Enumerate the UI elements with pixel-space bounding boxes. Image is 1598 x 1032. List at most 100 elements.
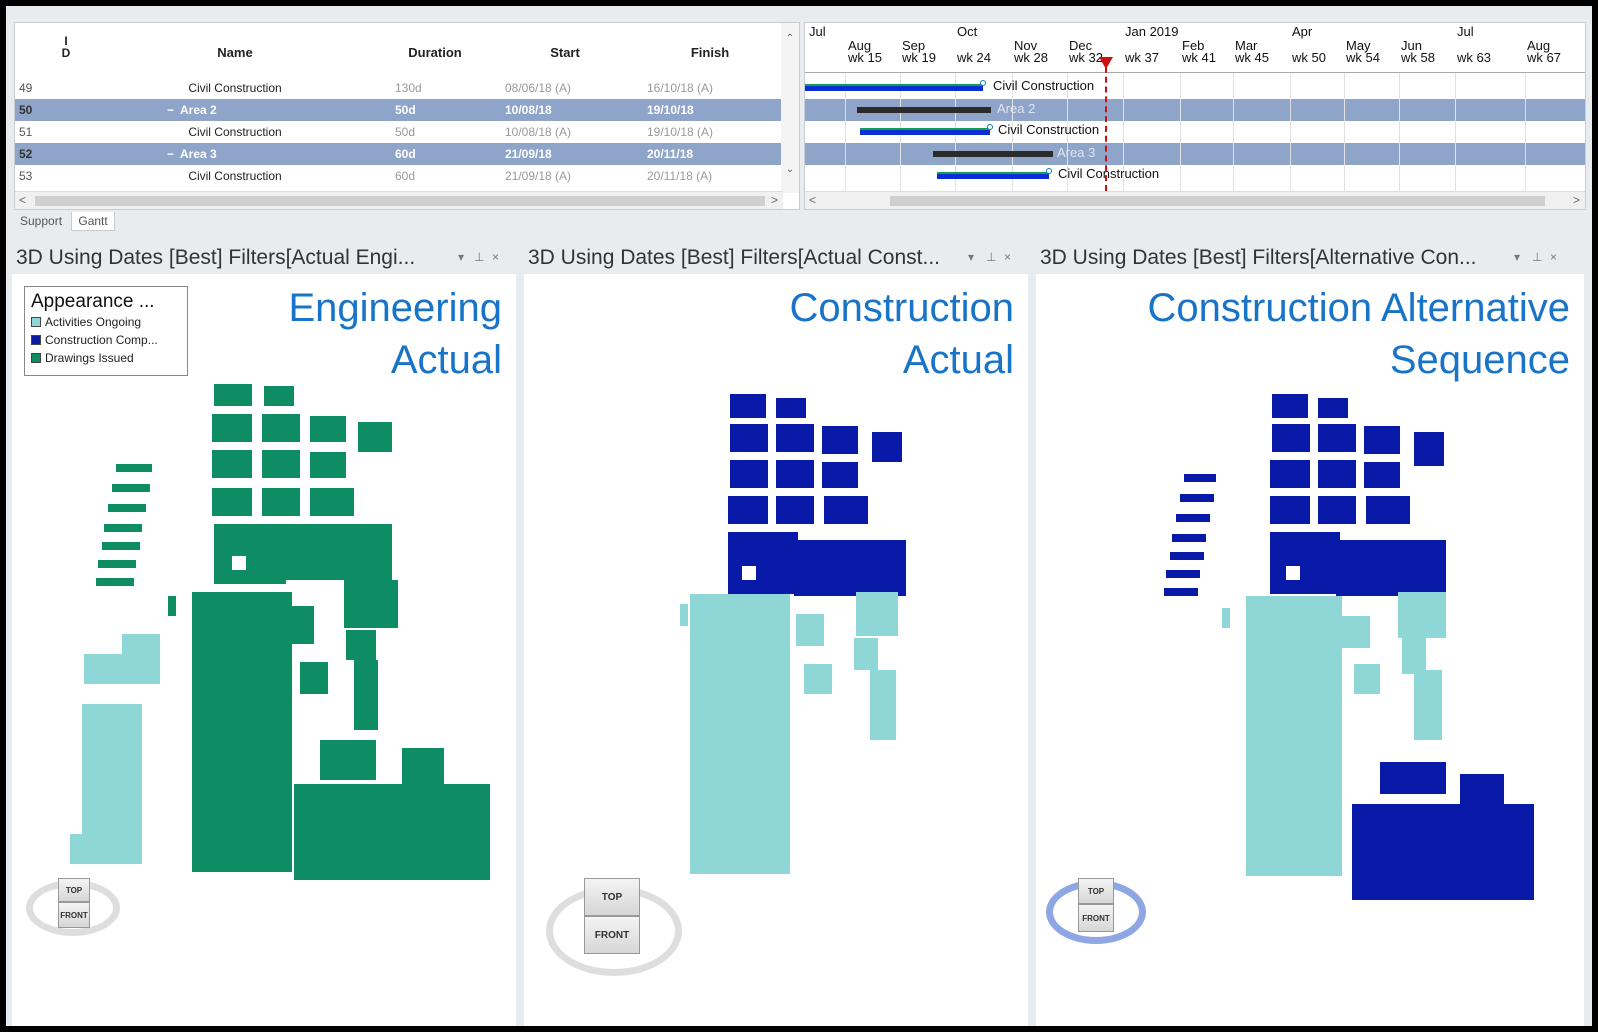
column-header-duration[interactable]: Duration xyxy=(385,45,485,60)
bottom-tab-strip: Support Gantt xyxy=(14,212,115,232)
model-opening xyxy=(232,556,246,570)
collapse-icon[interactable]: − xyxy=(167,147,174,161)
gantt-chart: Jul Oct Jan 2019 Apr Jul Aug Sep Nov Dec… xyxy=(804,22,1586,210)
caption-line: Construction xyxy=(789,286,1014,330)
scroll-thumb[interactable] xyxy=(890,196,1545,206)
row-finish: 20/11/18 xyxy=(647,147,694,161)
timescale-month: Apr xyxy=(1292,24,1313,39)
gantt-task-bar[interactable] xyxy=(937,172,1049,179)
appearance-legend[interactable]: Appearance ... Activities Ongoing Constr… xyxy=(24,286,188,376)
panel-title[interactable]: 3D Using Dates [Best] Filters[Alternativ… xyxy=(1034,244,1586,274)
legend-swatch xyxy=(31,317,41,327)
viewcube-front-face[interactable]: FRONT xyxy=(58,902,90,928)
table-vertical-scrollbar[interactable]: ⌃ ⌄ xyxy=(781,23,799,193)
row-duration: 130d xyxy=(395,81,422,95)
model-activities-ongoing xyxy=(680,592,898,874)
gantt-bar-label: Civil Construction xyxy=(998,122,1100,137)
viewcube-front-face[interactable]: FRONT xyxy=(1078,904,1114,932)
row-name: Civil Construction xyxy=(188,125,282,139)
row-finish: 19/10/18 (A) xyxy=(647,125,714,139)
row-id: 50 xyxy=(19,103,33,117)
column-header-finish[interactable]: Finish xyxy=(660,45,760,60)
scroll-thumb[interactable] xyxy=(35,196,765,206)
gantt-gridline xyxy=(1290,73,1291,191)
tab-gantt[interactable]: Gantt xyxy=(71,212,115,231)
pin-icon[interactable]: ⊥ xyxy=(986,250,996,264)
app-window: ID Name Duration Start Finish 49 Civil C… xyxy=(6,6,1592,1026)
close-icon[interactable]: × xyxy=(1550,250,1557,264)
timescale-week: wk 63 xyxy=(1457,50,1491,65)
row-start: 21/09/18 (A) xyxy=(505,169,572,183)
pin-icon[interactable]: ⊥ xyxy=(1532,250,1542,264)
collapse-icon[interactable]: − xyxy=(167,103,174,117)
3d-viewport[interactable]: Construction Actual TOP FRONT xyxy=(524,274,1028,1026)
scroll-left-icon[interactable]: < xyxy=(809,193,816,207)
scroll-down-icon[interactable]: ⌄ xyxy=(781,164,799,175)
view-caption: Construction Alternative Sequence xyxy=(1148,282,1570,386)
table-horizontal-scrollbar[interactable]: < > xyxy=(15,191,783,209)
table-row-summary[interactable]: 50 − Area 2 50d 10/08/18 19/10/18 xyxy=(15,99,783,121)
timescale-week: wk 41 xyxy=(1182,50,1216,65)
caption-line: Engineering xyxy=(288,286,503,330)
3d-viewport[interactable]: Construction Alternative Sequence TOP FR… xyxy=(1036,274,1584,1026)
milestone-marker-icon xyxy=(1046,168,1052,174)
gantt-bar-label: Civil Construction xyxy=(993,78,1095,93)
scroll-right-icon[interactable]: > xyxy=(771,193,778,207)
timescale-month: Jul xyxy=(809,24,826,39)
tab-support[interactable]: Support xyxy=(14,212,68,230)
table-row[interactable]: 51 Civil Construction 50d 10/08/18 (A) 1… xyxy=(15,121,783,143)
viewcube-front-face[interactable]: FRONT xyxy=(584,916,640,954)
panel-title[interactable]: 3D Using Dates [Best] Filters[Actual Eng… xyxy=(10,244,518,274)
gantt-bar-label: Civil Construction xyxy=(1058,166,1160,181)
table-row[interactable]: 53 Civil Construction 60d 21/09/18 (A) 2… xyxy=(15,165,783,187)
row-finish: 19/10/18 xyxy=(647,103,694,117)
gantt-summary-bar[interactable] xyxy=(933,151,1053,157)
column-header-name[interactable]: Name xyxy=(135,45,335,60)
scroll-right-icon[interactable]: > xyxy=(1573,193,1580,207)
row-finish: 16/10/18 (A) xyxy=(647,81,714,95)
model-opening xyxy=(742,566,756,580)
row-start: 10/08/18 (A) xyxy=(505,125,572,139)
gantt-bar-label: Area 2 xyxy=(997,101,1036,116)
row-id: 53 xyxy=(19,169,33,183)
pin-icon[interactable]: ⊥ xyxy=(474,250,484,264)
viewcube-top-face[interactable]: TOP xyxy=(58,878,90,902)
panel-dropdown-icon[interactable]: ▾ xyxy=(1514,250,1520,264)
3d-viewport[interactable]: Appearance ... Activities Ongoing Constr… xyxy=(12,274,516,1026)
legend-item: Construction Comp... xyxy=(31,331,181,349)
gantt-horizontal-scrollbar[interactable]: < > xyxy=(805,191,1585,209)
row-start: 21/09/18 xyxy=(505,147,552,161)
column-header-start[interactable]: Start xyxy=(515,45,615,60)
viewcube-top-face[interactable]: TOP xyxy=(1078,878,1114,904)
row-name: Civil Construction xyxy=(188,169,282,183)
gantt-timescale: Jul Oct Jan 2019 Apr Jul Aug Sep Nov Dec… xyxy=(805,23,1585,73)
gantt-task-bar[interactable] xyxy=(805,84,983,91)
viewcube-top-face[interactable]: TOP xyxy=(584,878,640,916)
timescale-week: wk 54 xyxy=(1346,50,1380,65)
table-row[interactable]: 49 Civil Construction 130d 08/06/18 (A) … xyxy=(15,77,783,99)
gantt-task-bar[interactable] xyxy=(860,128,990,135)
scroll-left-icon[interactable]: < xyxy=(19,193,26,207)
row-start: 08/06/18 (A) xyxy=(505,81,572,95)
table-row-summary[interactable]: 52 − Area 3 60d 21/09/18 20/11/18 xyxy=(15,143,783,165)
row-start: 10/08/18 xyxy=(505,103,552,117)
timescale-month: Oct xyxy=(957,24,978,39)
gantt-bar-label: Area 3 xyxy=(1057,145,1096,160)
gantt-row-summary xyxy=(805,143,1585,165)
row-duration: 50d xyxy=(395,125,416,139)
current-date-marker-icon[interactable] xyxy=(1099,57,1113,69)
close-icon[interactable]: × xyxy=(1004,250,1011,264)
column-header-id[interactable]: ID xyxy=(51,35,81,59)
3d-view-panel-engineering: 3D Using Dates [Best] Filters[Actual Eng… xyxy=(10,244,518,1026)
panel-dropdown-icon[interactable]: ▾ xyxy=(458,250,464,264)
row-name: Area 3 xyxy=(180,147,217,161)
panel-dropdown-icon[interactable]: ▾ xyxy=(968,250,974,264)
legend-item: Activities Ongoing xyxy=(31,313,181,331)
close-icon[interactable]: × xyxy=(492,250,499,264)
legend-label: Drawings Issued xyxy=(45,351,134,365)
scroll-up-icon[interactable]: ⌃ xyxy=(781,33,799,44)
model-activities-ongoing xyxy=(70,634,160,864)
gantt-summary-bar[interactable] xyxy=(857,107,991,113)
timescale-week: wk 67 xyxy=(1527,50,1561,65)
panel-title[interactable]: 3D Using Dates [Best] Filters[Actual Con… xyxy=(522,244,1030,274)
